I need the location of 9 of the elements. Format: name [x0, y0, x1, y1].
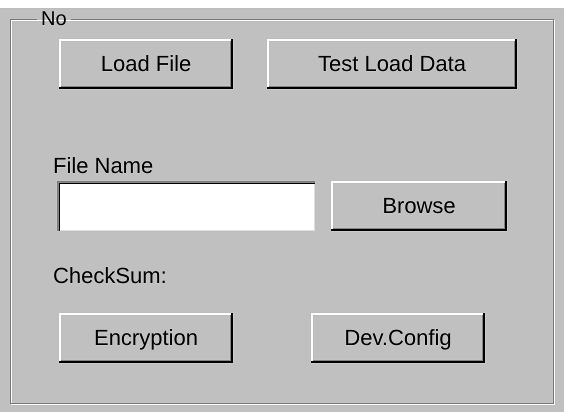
file-name-label: File Name: [53, 153, 154, 179]
load-file-button[interactable]: Load File: [59, 39, 233, 89]
browse-button[interactable]: Browse: [331, 181, 507, 231]
group-title: No: [40, 8, 68, 31]
encryption-button[interactable]: Encryption: [59, 313, 233, 363]
dev-config-button[interactable]: Dev.Config: [311, 313, 485, 363]
checksum-label: CheckSum:: [53, 263, 168, 289]
test-load-button[interactable]: Test Load Data: [267, 39, 517, 89]
file-name-field[interactable]: [57, 181, 315, 231]
